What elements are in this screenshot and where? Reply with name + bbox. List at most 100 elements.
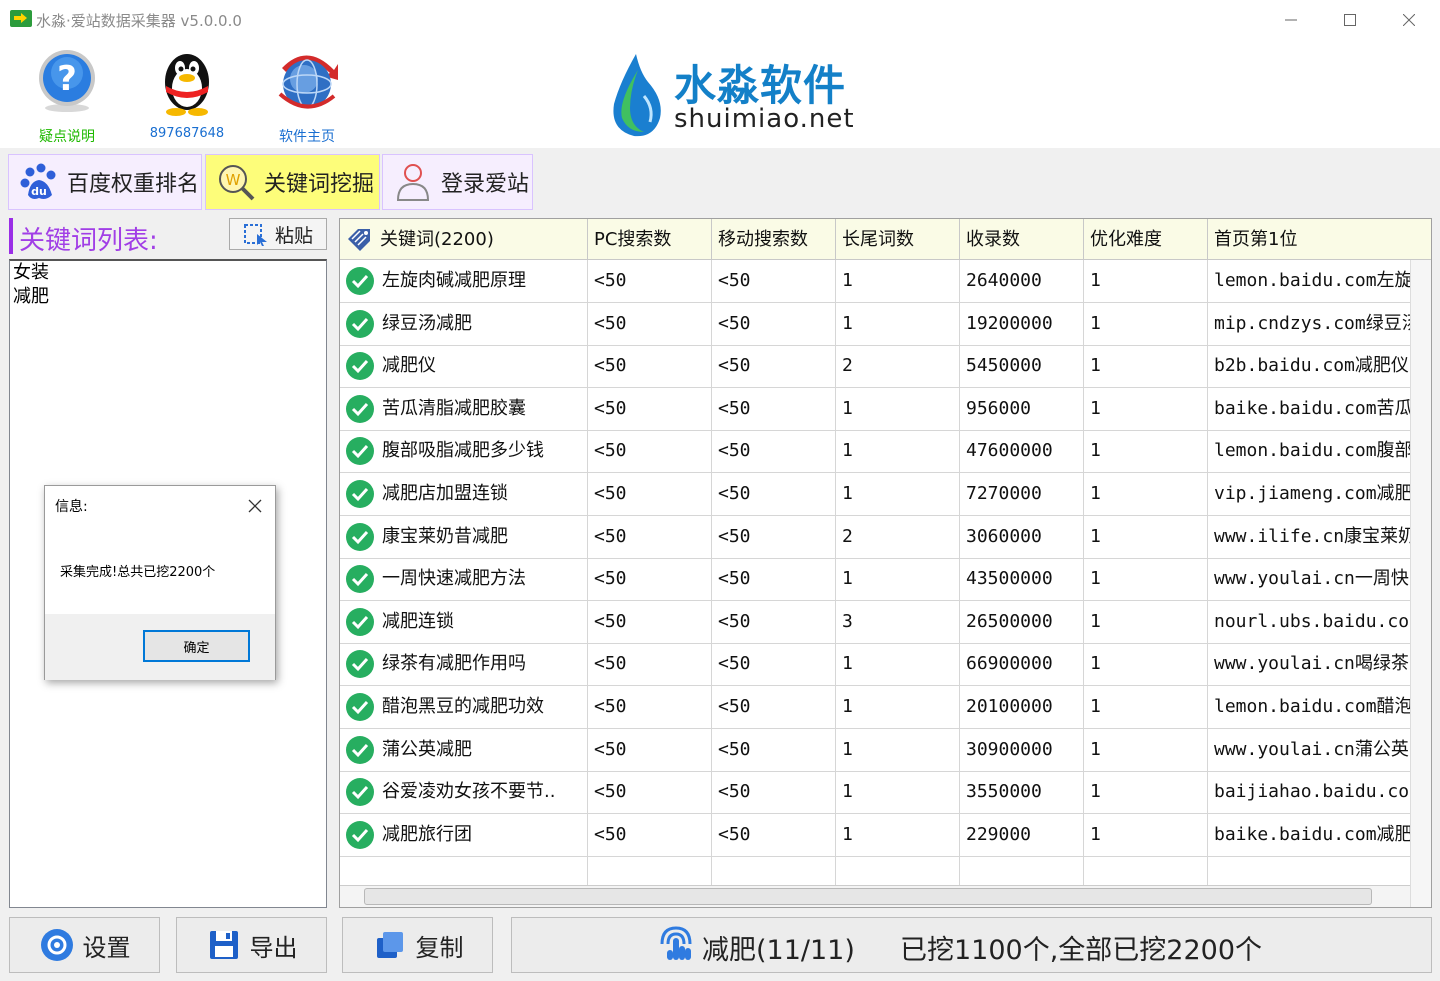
- qq-number-label: 897687648: [149, 126, 225, 141]
- top1-cell: baijiahao.baidu.com.: [1214, 781, 1410, 803]
- column-header-difficulty[interactable]: 优化难度: [1084, 219, 1208, 260]
- table-row[interactable]: 绿豆汤减肥 <50 <50 1 19200000 1 mip.cndzys.com绿豆汤: [340, 302, 1410, 346]
- table-row[interactable]: 康宝莱奶昔减肥 <50 <50 2 3060000 1 www.ilife.cn康宝莱奶: [340, 515, 1410, 559]
- minimize-button[interactable]: [1268, 4, 1314, 36]
- indexed-cell: 30900000: [960, 728, 1084, 771]
- longtail-cell: 1: [836, 686, 960, 728]
- pc-search-cell: <50: [588, 600, 712, 643]
- top1-cell: vip.jiameng.com减肥.: [1214, 483, 1410, 504]
- column-header-longtail[interactable]: 长尾词数: [836, 219, 960, 260]
- column-header-keyword[interactable]: 关键词(2200): [340, 219, 588, 260]
- table-row[interactable]: 左旋肉碱减肥原理 <50 <50 1 2640000 1 lemon.baidu.com左旋…: [340, 260, 1410, 303]
- difficulty-cell: 1: [1084, 813, 1208, 856]
- keyword-text: 腹部吸脂减肥多少钱: [382, 440, 544, 462]
- column-header-mobile-search[interactable]: 移动搜索数: [712, 219, 836, 260]
- dialog-message: 采集完成!总共已挖2200个: [60, 565, 216, 580]
- mobile-search-cell: <50: [712, 430, 836, 473]
- close-icon: [248, 499, 262, 513]
- keyword-text: 减肥连锁: [382, 610, 454, 632]
- horizontal-scrollbar[interactable]: [340, 885, 1410, 907]
- column-header-pc-search[interactable]: PC搜索数: [588, 219, 712, 260]
- export-button[interactable]: 导出: [176, 917, 327, 973]
- scroll-thumb[interactable]: [364, 888, 1372, 905]
- svg-text:du: du: [31, 185, 47, 198]
- pc-search-cell: <50: [588, 345, 712, 388]
- copy-button[interactable]: 复制: [342, 917, 493, 973]
- difficulty-cell: 1: [1084, 345, 1208, 388]
- copy-icon: [372, 927, 408, 963]
- indexed-cell: 47600000: [960, 430, 1084, 473]
- maximize-button[interactable]: [1327, 4, 1373, 36]
- gear-icon: [39, 927, 75, 963]
- keyword-cell: 腹部吸脂减肥多少钱: [340, 430, 588, 473]
- pc-search-cell: <50: [588, 260, 712, 302]
- pc-search-cell: <50: [588, 430, 712, 473]
- column-header-top1[interactable]: 首页第1位: [1208, 219, 1431, 260]
- table-row[interactable]: 醋泡黑豆的减肥功效 <50 <50 1 20100000 1 lemon.baidu.com…: [340, 686, 1410, 729]
- indexed-cell: 66900000: [960, 643, 1084, 686]
- window-title: 水淼·爱站数据采集器 v5.0.0.0: [36, 12, 242, 30]
- keyword-cell: 一周快速减肥方法: [340, 558, 588, 601]
- table-row[interactable]: 腹部吸脂减肥多少钱 <50 <50 1 47600000 1 lemon.baidu.com…: [340, 430, 1410, 474]
- longtail-cell: 1: [836, 302, 960, 345]
- homepage-tool[interactable]: 软件主页: [257, 46, 357, 146]
- table-row[interactable]: 苦瓜清脂减肥胶囊 <50 <50 1 956000 1 baike.baidu.com苦瓜.: [340, 387, 1410, 431]
- indexed-cell: 20100000: [960, 686, 1084, 728]
- difficulty-cell: 1: [1084, 643, 1208, 686]
- grid-header: 关键词(2200) PC搜索数 移动搜索数 长尾词数 收录数 优化难度 首页第1…: [340, 219, 1431, 260]
- paste-label: 粘贴: [274, 224, 313, 247]
- keyword-text: 绿茶有减肥作用吗: [382, 653, 526, 675]
- dialog-ok-label: 确定: [183, 640, 210, 656]
- pc-search-cell: <50: [588, 302, 712, 345]
- difficulty-cell: 1: [1084, 771, 1208, 814]
- settings-label: 设置: [82, 933, 131, 962]
- table-row[interactable]: 减肥仪 <50 <50 2 5450000 1 b2b.baidu.com减肥仪: [340, 345, 1410, 389]
- tab-login-aizhan[interactable]: 登录爱站: [382, 154, 533, 210]
- top1-cell: www.youlai.cn一周快.: [1214, 568, 1410, 590]
- check-circle-icon: [346, 522, 374, 551]
- save-icon: [206, 927, 242, 963]
- keyword-cell: 醋泡黑豆的减肥功效: [340, 686, 588, 728]
- dialog-ok-button[interactable]: 确定: [143, 630, 250, 662]
- table-row[interactable]: 蒲公英减肥 <50 <50 1 30900000 1 www.youlai.cn蒲公英.: [340, 728, 1410, 772]
- status-bar: 减肥(11/11) 已挖1100个,全部已挖2200个: [511, 917, 1432, 973]
- dialog-close-button[interactable]: [243, 494, 267, 518]
- export-label: 导出: [249, 933, 298, 962]
- difficulty-cell: 1: [1084, 558, 1208, 601]
- difficulty-cell: 1: [1084, 260, 1208, 302]
- table-row[interactable]: 减肥旅行团 <50 <50 1 229000 1 baike.baidu.com减肥.: [340, 813, 1410, 857]
- table-row[interactable]: 减肥店加盟连锁 <50 <50 1 7270000 1 vip.jiameng.com减肥.: [340, 473, 1410, 516]
- longtail-cell: 1: [836, 260, 960, 302]
- check-circle-icon: [346, 778, 374, 807]
- header: ? 疑点说明 897687648 软件主页 水淼软件 shuimiao.net: [0, 40, 1440, 148]
- table-row[interactable]: 减肥连锁 <50 <50 3 26500000 1 nourl.ubs.baidu.com.: [340, 600, 1410, 644]
- check-circle-icon: [346, 565, 374, 594]
- tab-keyword-mining[interactable]: W 关键词挖掘: [205, 154, 380, 210]
- results-grid[interactable]: 关键词(2200) PC搜索数 移动搜索数 长尾词数 收录数 优化难度 首页第1…: [339, 218, 1432, 908]
- table-row[interactable]: 绿茶有减肥作用吗 <50 <50 1 66900000 1 www.youlai.cn喝绿茶…: [340, 643, 1410, 687]
- mobile-search-cell: <50: [712, 813, 836, 856]
- settings-button[interactable]: 设置: [9, 917, 160, 973]
- water-drop-icon: [613, 54, 661, 137]
- keyword-text: 减肥仪: [382, 355, 436, 377]
- tab-baidu-rank-label: 百度权重排名: [67, 172, 200, 197]
- keyword-cell: 绿豆汤减肥: [340, 302, 588, 345]
- indexed-cell: 7270000: [960, 473, 1084, 515]
- top1-cell: baike.baidu.com减肥.: [1214, 823, 1410, 845]
- top1-cell: mip.cndzys.com绿豆汤: [1214, 312, 1410, 334]
- close-button[interactable]: [1386, 4, 1432, 36]
- table-row[interactable]: 一周快速减肥方法 <50 <50 1 43500000 1 www.youlai.cn一周快…: [340, 558, 1410, 602]
- qq-tool[interactable]: 897687648: [137, 46, 237, 141]
- top1-cell: lemon.baidu.com醋泡.: [1214, 696, 1410, 717]
- dialog-title: 信息:: [55, 499, 88, 515]
- accent-bar: [9, 218, 13, 254]
- vertical-scrollbar[interactable]: [1410, 260, 1431, 907]
- difficulty-cell: 1: [1084, 302, 1208, 345]
- table-row[interactable]: 谷爱凌劝女孩不要节.. <50 <50 1 3550000 1 baijiahao.baid…: [340, 771, 1410, 815]
- paste-button[interactable]: 粘贴: [229, 218, 327, 250]
- column-header-indexed[interactable]: 收录数: [960, 219, 1084, 260]
- check-circle-icon: [346, 309, 374, 338]
- help-tool[interactable]: ? 疑点说明: [17, 46, 117, 146]
- tab-baidu-rank[interactable]: du 百度权重排名: [8, 154, 202, 210]
- keyword-text: 左旋肉碱减肥原理: [382, 270, 526, 291]
